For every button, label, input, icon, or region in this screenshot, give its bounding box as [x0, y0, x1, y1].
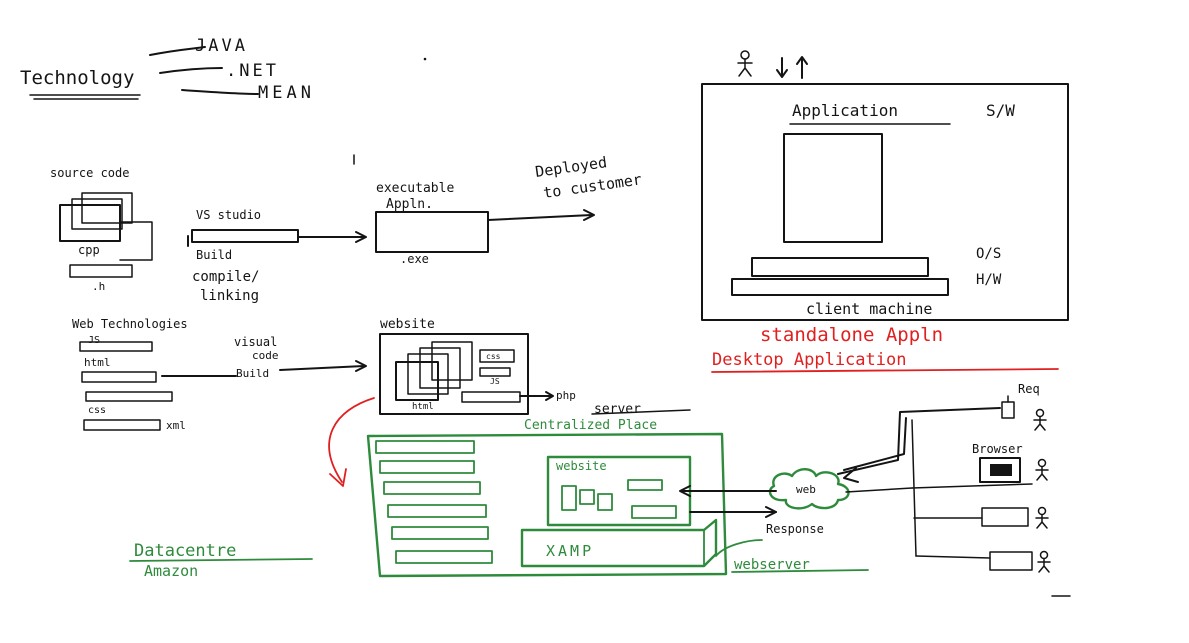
branch-net [159, 67, 223, 74]
cpp-bracket [119, 221, 153, 261]
site-slot-2 [379, 460, 475, 474]
source-file-back [81, 192, 133, 224]
user-icon-3 [1035, 506, 1049, 529]
php-label: php [556, 389, 576, 402]
request-label: Req [1018, 382, 1040, 396]
source-file-mid [71, 198, 123, 230]
os-label: O/S [976, 246, 1001, 262]
centralized-label: Centralized Place [524, 418, 657, 433]
hw-layer [731, 278, 949, 296]
web-build-label: Build [236, 367, 269, 380]
cpp-label: cpp [78, 243, 100, 257]
user-icon-4 [1037, 550, 1051, 573]
xml-file [83, 419, 161, 431]
css-label: css [88, 405, 106, 416]
site-slot-3 [383, 481, 481, 495]
linking-label: linking [200, 288, 259, 304]
user-body-icon [737, 58, 753, 77]
web-technologies-label: Web Technologies [72, 317, 188, 331]
technology-mean: MEAN [258, 83, 315, 103]
amazon-label: Amazon [144, 562, 198, 580]
code-label: code [252, 349, 279, 362]
request-path-2 [843, 417, 907, 471]
html-file [81, 371, 157, 383]
vs-studio-label: VS studio [196, 208, 261, 222]
datacentre-label: Datacentre [134, 541, 236, 561]
hw-label: H/W [976, 272, 1002, 288]
os-layer [751, 257, 929, 277]
server-page-3 [597, 493, 613, 511]
user-head-icon [740, 50, 750, 60]
build-bar [191, 229, 299, 243]
html-label: html [84, 356, 111, 369]
site-slot-1 [375, 440, 475, 454]
webserver-arrow [715, 539, 763, 557]
executable-label: executable [376, 181, 454, 196]
desktop-application-label: Desktop Application [712, 350, 906, 370]
whiteboard-canvas: Technology JAVA .NET MEAN source code cp… [20, 36, 1071, 597]
technology-group: Technology JAVA .NET MEAN [20, 36, 427, 165]
technology-java: JAVA [195, 36, 248, 56]
website-php-bar [461, 391, 521, 403]
website-js-label: JS [490, 377, 500, 386]
server-bar-1 [627, 479, 663, 491]
standalone-label: standalone Appln [760, 324, 943, 346]
server-bar-2 [631, 505, 677, 519]
web-label: web [796, 483, 816, 496]
css-file [85, 391, 173, 402]
website-css-label: css [486, 352, 501, 361]
website-html-label: html [412, 402, 434, 412]
source-code-label: source code [50, 166, 129, 180]
appln-label: Appln. [386, 197, 433, 212]
laptop-icon [981, 507, 1029, 527]
browser-branch [911, 483, 1033, 489]
browser-label: Browser [972, 442, 1023, 456]
deploy-arrow-line [487, 214, 593, 221]
exe-label: .exe [400, 252, 429, 266]
technology-net: .NET [226, 61, 279, 81]
desktop-client-icon [989, 551, 1033, 571]
xamp-label: XAMP [546, 542, 594, 560]
application-label: Application [792, 101, 898, 120]
technology-label: Technology [20, 67, 134, 89]
site-slot-5 [391, 526, 489, 540]
deploy-to-server-arrow-head [329, 468, 347, 487]
sw-label: S/W [986, 101, 1015, 120]
web-technologies-group: Web Technologies JS html css xml visual … [72, 317, 576, 487]
desktop-build-flow: source code cpp .h VS studio Build compi… [50, 153, 643, 304]
compile-label: compile/ [192, 269, 259, 285]
visual-label: visual [234, 335, 277, 349]
arrow-up-icon [796, 56, 808, 79]
browser-screen-icon [990, 464, 1012, 476]
web-arrow-b [279, 365, 365, 371]
phone-icon [1001, 401, 1015, 419]
user-icon-2 [1035, 458, 1049, 481]
cloud-to-hub [845, 487, 913, 493]
h-label: .h [92, 280, 105, 293]
branch-mean [181, 89, 259, 95]
application-window [783, 133, 883, 243]
dot-mark [423, 57, 427, 61]
response-label: Response [766, 522, 824, 536]
header-file [69, 264, 133, 278]
site-slot-6 [395, 550, 493, 564]
client-branch-3 [915, 555, 991, 559]
server-label: server [594, 402, 641, 417]
xml-label: xml [166, 419, 186, 432]
website-label: website [380, 317, 435, 332]
server-page-2 [579, 489, 595, 505]
build-label: Build [196, 248, 232, 262]
user-icon-1 [1033, 408, 1047, 431]
arrow-down-icon [776, 57, 788, 78]
website-bar [479, 367, 511, 377]
site-slot-4 [387, 504, 487, 518]
js-label: JS [88, 335, 100, 346]
client-machine-group: Application S/W O/S H/W client machine s… [701, 50, 1069, 373]
executable-box [375, 211, 489, 253]
server-website-label: website [556, 459, 607, 473]
client-machine-label: client machine [806, 300, 932, 318]
server-page-1 [561, 485, 577, 511]
